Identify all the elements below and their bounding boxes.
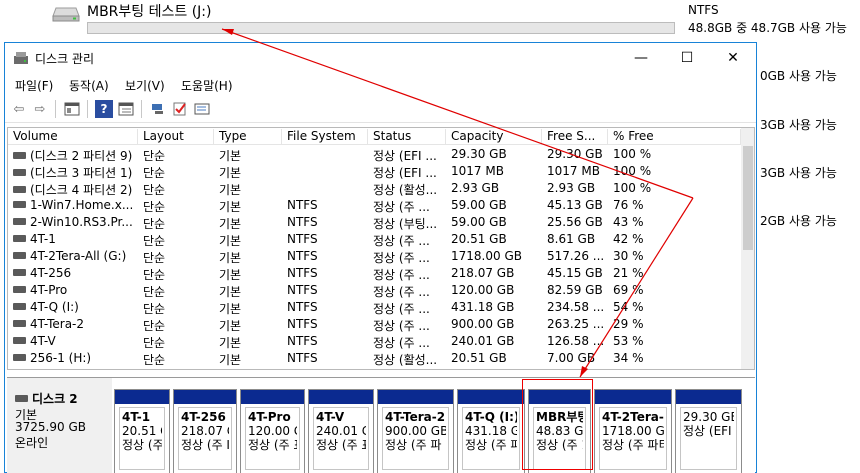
screenshot-root: MBR부팅 테스트 (J:) NTFS 48.8GB 중 48.7GB 사용 가… bbox=[0, 0, 860, 473]
annotation-arrows bbox=[221, 28, 694, 378]
